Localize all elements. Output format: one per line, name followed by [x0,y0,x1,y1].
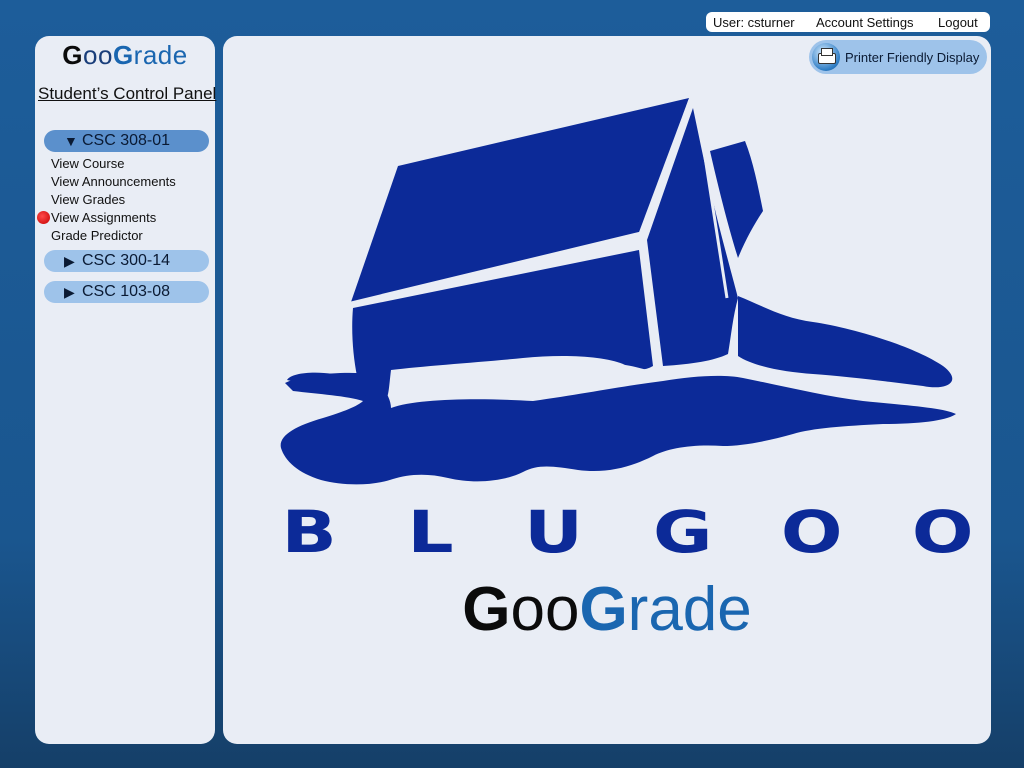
grade-predictor-link[interactable]: Grade Predictor [51,228,143,243]
triangle-right-icon: ▶ [64,252,75,269]
wordmark-letter: L [407,498,454,566]
triangle-right-icon: ▶ [64,283,75,300]
view-assignments-link[interactable]: View Assignments [51,210,156,225]
wordmark-letter: U [524,498,584,566]
logout-link[interactable]: Logout [938,15,978,30]
account-settings-link[interactable]: Account Settings [816,15,914,30]
red-dot-icon [37,211,50,224]
user-label: User: csturner [713,15,795,30]
course-header-csc-300-14[interactable]: ▶ CSC 300-14 [44,250,209,272]
panel-title: Student’s Control Panel [38,84,217,103]
triangle-down-icon: ▼ [64,133,78,149]
course-label: CSC 103-08 [82,283,171,300]
view-announcements-link[interactable]: View Announcements [51,174,176,189]
view-grades-link[interactable]: View Grades [51,192,125,207]
wordmark-letter: O [781,498,843,566]
course-header-csc-103-08[interactable]: ▶ CSC 103-08 [44,281,209,303]
sidebar-logo: GooGrade [62,40,188,70]
course-header-csc-308-01[interactable]: ▼ CSC 308-01 [44,130,209,152]
goograde-wordmark: GooGrade [462,575,752,644]
blugoo-wordmark: B L U G O O [281,498,973,566]
wordmark-letter: G [652,498,713,566]
view-course-link[interactable]: View Course [51,156,124,171]
course-label: CSC 308-01 [82,132,171,149]
course-label: CSC 300-14 [82,252,171,269]
main-panel: Printer Friendly Display B L U G O O Goo… [223,36,991,744]
top-user-bar: User: csturner Account Settings Logout [706,12,990,32]
sidebar-panel: GooGrade Student’s Control Panel ▼ CSC 3… [35,36,217,744]
wordmark-letter: B [281,498,337,566]
wordmark-letter: O [911,498,974,566]
